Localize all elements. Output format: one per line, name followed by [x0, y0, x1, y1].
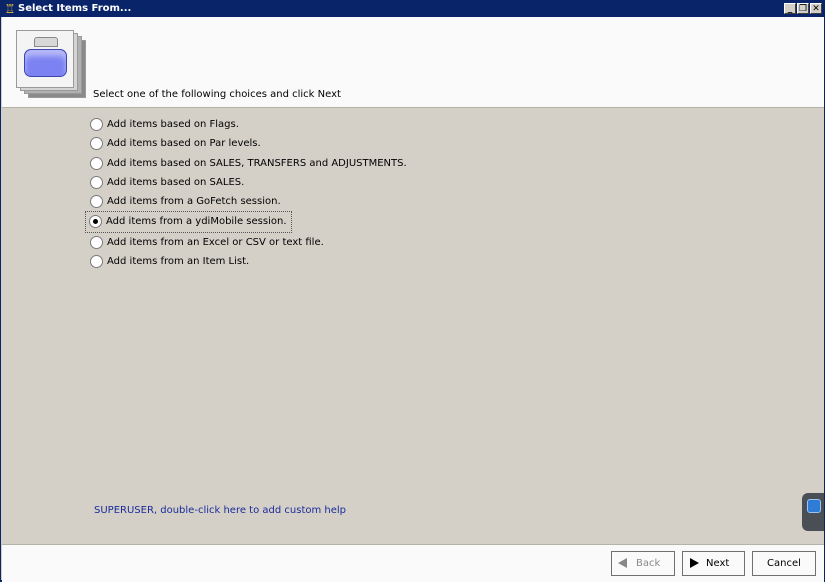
choice-label: Add items from an Item List.	[107, 256, 250, 268]
choice-list: Add items based on Flags. Add items base…	[85, 115, 787, 271]
close-button[interactable]: ✕	[810, 3, 822, 14]
custom-help-link[interactable]: SUPERUSER, double-click here to add cust…	[94, 505, 346, 516]
back-arrow-icon	[618, 558, 627, 568]
choice-label: Add items based on SALES.	[107, 176, 245, 188]
app-icon: ♖	[4, 2, 16, 16]
radio-button[interactable]	[90, 235, 103, 249]
radio-button[interactable]	[90, 118, 103, 131]
choice-sales[interactable]: Add items based on SALES.	[87, 173, 787, 192]
choice-label: Add items based on Par levels.	[107, 138, 261, 150]
back-button[interactable]: Back	[611, 551, 675, 576]
wizard-window: ♖ Select Items From... _ ❐ ✕ Select one …	[0, 0, 825, 582]
radio-button[interactable]	[90, 175, 103, 189]
radio-button[interactable]	[90, 137, 103, 151]
wizard-header: Select one of the following choices and …	[2, 17, 824, 108]
choice-gofetch-session[interactable]: Add items from a GoFetch session.	[87, 192, 787, 211]
radio-button[interactable]	[90, 156, 103, 170]
choice-par-levels[interactable]: Add items based on Par levels.	[87, 134, 787, 153]
remote-support-widget[interactable]	[802, 493, 824, 531]
choice-label: Add items from a ydiMobile session.	[106, 216, 287, 228]
remote-support-icon	[807, 499, 821, 513]
window-title: Select Items From...	[18, 3, 132, 14]
minimize-button[interactable]: _	[784, 3, 796, 14]
instruction-text: Select one of the following choices and …	[93, 89, 341, 100]
title-bar[interactable]: ♖ Select Items From... _ ❐ ✕	[1, 1, 824, 17]
choice-label: Add items based on Flags.	[107, 119, 239, 130]
radio-button[interactable]	[90, 255, 103, 269]
choice-item-list[interactable]: Add items from an Item List.	[87, 252, 787, 271]
choice-flags[interactable]: Add items based on Flags.	[87, 115, 787, 134]
choice-sales-transfers-adjustments[interactable]: Add items based on SALES, TRANSFERS and …	[87, 154, 787, 173]
choice-ydimobile-session[interactable]: Add items from a ydiMobile session.	[85, 211, 292, 233]
radio-button[interactable]	[90, 195, 103, 209]
choice-excel-csv-text-file[interactable]: Add items from an Excel or CSV or text f…	[87, 233, 787, 252]
choice-label: Add items from an Excel or CSV or text f…	[107, 236, 324, 248]
next-arrow-icon	[690, 558, 699, 568]
maximize-button[interactable]: ❐	[797, 3, 809, 14]
cancel-button[interactable]: Cancel	[752, 551, 816, 576]
choice-label: Add items from a GoFetch session.	[107, 196, 281, 208]
radio-button-checked[interactable]	[89, 215, 102, 229]
choice-label: Add items based on SALES, TRANSFERS and …	[107, 157, 407, 169]
next-button[interactable]: Next	[682, 551, 745, 576]
wizard-footer: Back Next Cancel	[2, 544, 824, 582]
handheld-device-icon	[16, 30, 88, 102]
